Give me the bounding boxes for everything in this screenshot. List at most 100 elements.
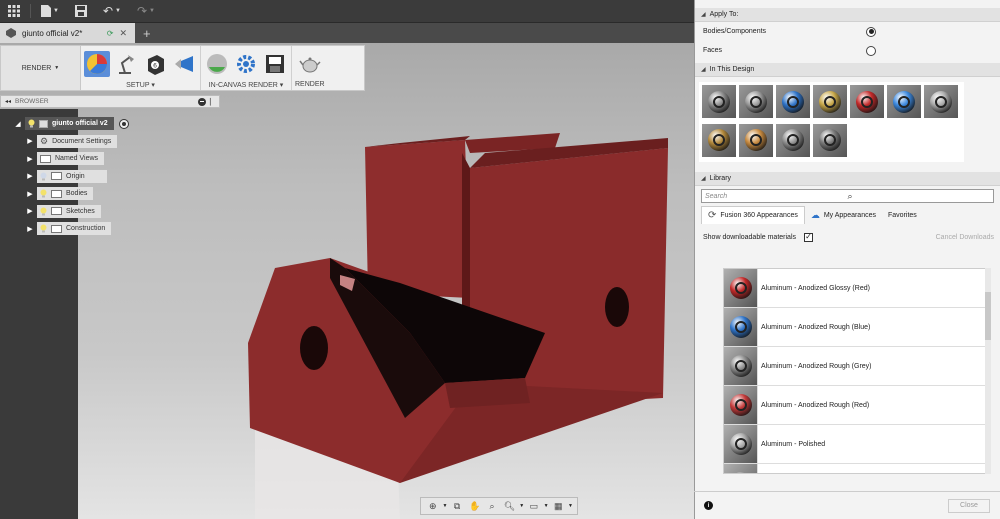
library-scrollbar[interactable] xyxy=(985,268,991,474)
in-canvas-render-label[interactable]: IN-CANVAS RENDER ▾ xyxy=(209,81,284,89)
chevron-down-icon[interactable]: ▼ xyxy=(442,503,447,509)
appearance-swatch[interactable] xyxy=(813,123,847,157)
tree-item-sketches[interactable]: Sketches xyxy=(37,204,101,218)
chevron-down-icon[interactable]: ▼ xyxy=(568,503,573,509)
library-header[interactable]: ◢ Library xyxy=(695,172,1000,186)
zoom-button[interactable]: ⌕ xyxy=(484,499,499,513)
downloadable-label: Show downloadable materials xyxy=(703,233,796,241)
minus-icon[interactable] xyxy=(198,97,206,106)
capture-image-button[interactable] xyxy=(262,51,288,77)
cancel-downloads-button[interactable]: Cancel Downloads xyxy=(936,234,994,241)
appearance-swatch[interactable] xyxy=(702,123,736,157)
tree-item-root[interactable]: giunto official v2 xyxy=(25,117,114,131)
save-button[interactable] xyxy=(67,0,95,23)
appearance-swatch[interactable] xyxy=(813,85,847,118)
chevron-down-icon: ▼ xyxy=(115,8,121,14)
close-button[interactable]: Close xyxy=(948,498,990,513)
in-canvas-render-button[interactable] xyxy=(204,51,230,77)
browser-header: ◂◂ BROWSER ▏ xyxy=(0,95,220,108)
expand-icon[interactable]: ▶ xyxy=(26,137,34,145)
display-settings-button[interactable]: ▭ xyxy=(526,499,541,513)
collapse-icon[interactable]: ◂◂ xyxy=(5,98,11,105)
in-this-design-header[interactable]: ◢ In This Design xyxy=(695,63,1000,77)
texture-map-button[interactable]: 6 xyxy=(142,51,168,77)
radio-button[interactable] xyxy=(866,45,876,56)
appearance-swatch[interactable] xyxy=(776,85,810,118)
radio-bodies-components[interactable]: Bodies/Components xyxy=(695,22,1000,41)
decal-button[interactable] xyxy=(171,51,197,77)
material-thumbnail xyxy=(724,386,758,424)
workspace-switcher[interactable]: RENDER ▼ xyxy=(1,46,81,90)
search-field[interactable]: Search ⌕ xyxy=(701,189,994,203)
target-icon[interactable] xyxy=(118,118,129,129)
apply-to-header[interactable]: ◢ Apply To: xyxy=(695,8,1000,22)
library-list[interactable]: Aluminum - Anodized Glossy (Red) Aluminum… xyxy=(723,268,987,474)
scene-settings-button[interactable] xyxy=(113,51,139,77)
close-icon[interactable]: ✕ xyxy=(119,28,127,39)
lightbulb-icon[interactable] xyxy=(40,224,47,233)
library-item[interactable]: Aluminum - Anodized Rough (Blue) xyxy=(724,308,986,347)
radio-faces[interactable]: Faces xyxy=(695,41,1000,60)
lightbulb-off-icon[interactable] xyxy=(40,172,47,181)
expand-icon[interactable]: ▶ xyxy=(26,207,34,215)
appearance-swatch[interactable] xyxy=(739,123,773,157)
redo-icon: ↷ xyxy=(136,4,148,18)
chevron-down-icon[interactable]: ▼ xyxy=(519,503,524,509)
tree-item-origin[interactable]: Origin xyxy=(37,169,107,183)
orbit-button[interactable]: ⊕ xyxy=(425,499,440,513)
tab-fusion-360-appearances[interactable]: ⟳ Fusion 360 Appearances xyxy=(701,206,805,224)
redo-button[interactable]: ↷ ▼ xyxy=(129,0,163,23)
info-icon[interactable]: i xyxy=(704,501,713,510)
document-tab[interactable]: giunto official v2* ⟳ ✕ xyxy=(0,23,135,43)
appearance-swatch[interactable] xyxy=(776,123,810,157)
lightbulb-icon[interactable] xyxy=(28,119,35,128)
chevron-down-icon[interactable]: ▼ xyxy=(544,503,549,509)
tree-item-named-views[interactable]: Named Views xyxy=(37,152,105,166)
setup-label[interactable]: SETUP ▾ xyxy=(126,81,155,89)
scrollbar-thumb[interactable] xyxy=(985,292,991,340)
radio-label: Bodies/Components xyxy=(703,28,767,35)
file-menu-button[interactable]: ▼ xyxy=(33,0,67,23)
lightbulb-icon[interactable] xyxy=(40,207,47,216)
library-item[interactable]: Aluminum - Polished xyxy=(724,425,986,464)
tab-favorites[interactable]: Favorites xyxy=(882,206,923,224)
new-tab-button[interactable]: + xyxy=(135,23,159,43)
expand-icon[interactable]: ▶ xyxy=(26,225,34,233)
appearance-swatch[interactable] xyxy=(924,85,958,118)
fit-button[interactable]: 🔍︎ xyxy=(502,499,517,513)
expand-icon[interactable]: ◢ xyxy=(14,120,22,128)
appearance-swatch[interactable] xyxy=(850,85,884,118)
in-canvas-render-group: IN-CANVAS RENDER ▾ xyxy=(201,46,292,90)
appearance-swatch[interactable] xyxy=(739,85,773,118)
look-at-button[interactable]: ⧉ xyxy=(449,499,464,513)
expand-icon[interactable]: ▶ xyxy=(26,155,34,163)
material-thumbnail xyxy=(724,464,758,473)
appearance-swatch[interactable] xyxy=(702,85,736,118)
library-item[interactable]: Aluminum - Anodized Rough (Red) xyxy=(724,386,986,425)
library-item[interactable] xyxy=(724,464,986,473)
search-icon[interactable]: ⌕ xyxy=(848,191,991,202)
appearance-swatch[interactable] xyxy=(887,85,921,118)
undo-button[interactable]: ↶ ▼ xyxy=(95,0,129,23)
lightbulb-icon[interactable] xyxy=(40,189,47,198)
app-grid-button[interactable] xyxy=(0,0,28,23)
render-button[interactable] xyxy=(297,51,323,77)
appearance-button[interactable] xyxy=(84,51,110,77)
expand-icon[interactable]: ▶ xyxy=(26,172,34,180)
tab-my-appearances[interactable]: ☁ My Appearances xyxy=(805,206,882,224)
tree-item-bodies[interactable]: Bodies xyxy=(37,187,94,201)
pan-button[interactable]: ✋ xyxy=(467,499,482,513)
search-input[interactable]: Search xyxy=(705,193,848,200)
downloadable-checkbox[interactable]: ✓ xyxy=(804,232,813,242)
library-item[interactable]: Aluminum - Anodized Glossy (Red) xyxy=(724,269,986,308)
radio-button[interactable] xyxy=(866,26,876,37)
divider xyxy=(30,4,31,18)
grid-settings-button[interactable]: ▦ xyxy=(551,499,566,513)
tree-item-label: Bodies xyxy=(66,190,88,198)
tree-item-label: Sketches xyxy=(66,207,95,215)
render-settings-button[interactable] xyxy=(233,51,259,77)
expand-icon[interactable]: ▶ xyxy=(26,190,34,198)
tree-item-construction[interactable]: Construction xyxy=(37,222,112,236)
tree-item-document-settings[interactable]: ⚙ Document Settings xyxy=(37,134,118,148)
library-item[interactable]: Aluminum - Anodized Rough (Grey) xyxy=(724,347,986,386)
